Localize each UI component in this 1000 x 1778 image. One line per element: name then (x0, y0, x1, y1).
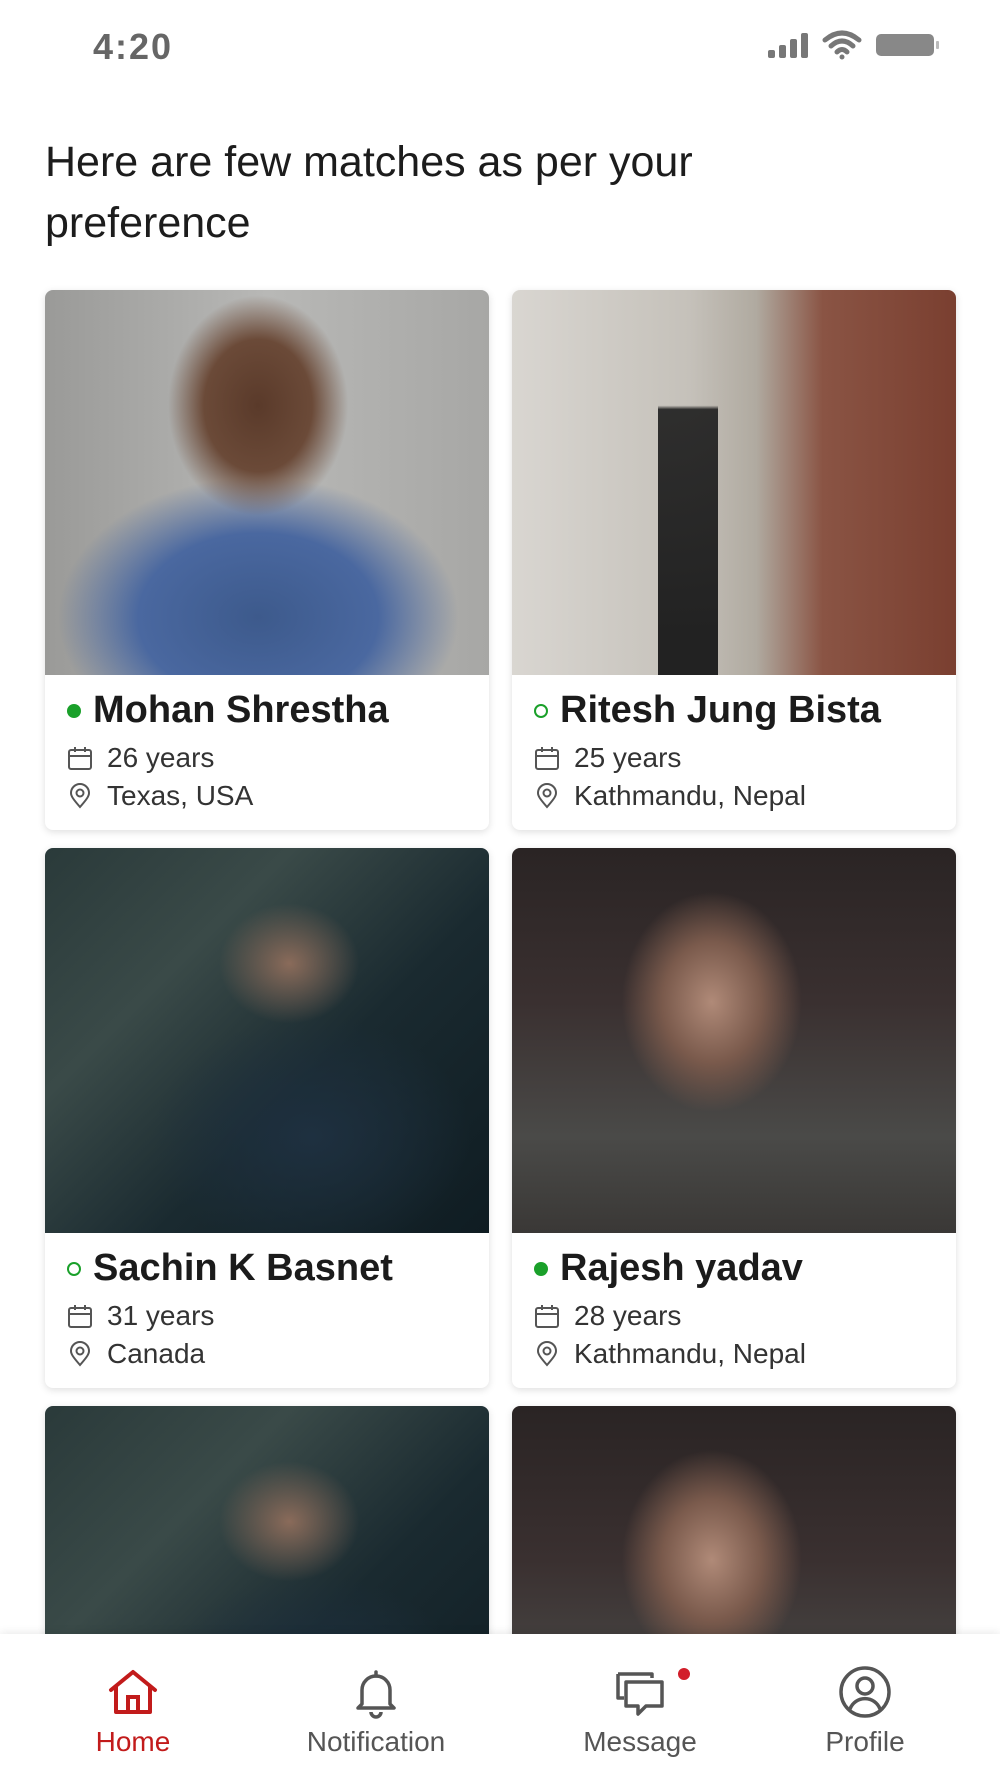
nav-home-label: Home (95, 1726, 171, 1757)
nav-home[interactable]: Home (33, 1664, 233, 1758)
match-card[interactable]: Ritesh Jung Bista 25 years Kathmandu, Ne… (512, 290, 956, 830)
nav-profile-label: Profile (825, 1726, 905, 1757)
nav-notification-label: Notification (306, 1726, 446, 1757)
match-card[interactable]: Mohan Shrestha 26 years Texas, USA (45, 290, 489, 830)
cellular-signal-icon (768, 32, 808, 58)
calendar-icon (535, 747, 559, 770)
nav-notification[interactable]: Notification (276, 1664, 476, 1758)
app-screen: 4:20 Here are few matches as per your pr… (0, 0, 1000, 1778)
match-location: Texas, USA (107, 780, 254, 811)
bell-icon (356, 1670, 396, 1719)
location-pin-icon (69, 1341, 91, 1367)
match-age: 31 years (107, 1300, 215, 1331)
match-age: 25 years (574, 742, 682, 773)
offline-status-dot (534, 703, 548, 718)
message-icon (616, 1672, 664, 1716)
calendar-icon (68, 1305, 92, 1328)
user-circle-icon (839, 1666, 891, 1718)
match-card[interactable]: Sachin K Basnet 31 years Canada (45, 848, 489, 1388)
location-pin-icon (536, 783, 558, 809)
nav-message-label: Message (583, 1726, 697, 1757)
match-age: 26 years (107, 742, 215, 773)
nav-profile[interactable]: Profile (765, 1664, 965, 1758)
profile-photo[interactable] (512, 848, 956, 1233)
bottom-navigation: Home Notification Message Profile (0, 1634, 1000, 1778)
match-name: Rajesh yadav (560, 1247, 803, 1289)
match-location: Kathmandu, Nepal (574, 1338, 806, 1369)
calendar-icon (535, 1305, 559, 1328)
card-details: Mohan Shrestha 26 years Texas, USA (45, 675, 489, 830)
nav-message[interactable]: Message (540, 1664, 740, 1758)
match-location: Canada (107, 1338, 206, 1369)
calendar-icon (68, 747, 92, 770)
match-name: Sachin K Basnet (93, 1247, 393, 1289)
profile-photo[interactable] (45, 848, 489, 1233)
unread-badge (676, 1666, 692, 1682)
online-status-dot (67, 703, 81, 718)
wifi-icon (822, 30, 862, 60)
match-name: Mohan Shrestha (93, 689, 389, 731)
match-card[interactable]: Rajesh yadav 28 years Kathmandu, Nepal (512, 848, 956, 1388)
location-pin-icon (536, 1341, 558, 1367)
card-details: Ritesh Jung Bista 25 years Kathmandu, Ne… (512, 675, 956, 830)
status-icons (768, 30, 939, 60)
status-time: 4:20 (93, 26, 174, 67)
page-title: Here are few matches as per your prefere… (45, 138, 693, 247)
location-pin-icon (69, 783, 91, 809)
card-details: Rajesh yadav 28 years Kathmandu, Nepal (512, 1233, 956, 1388)
match-location: Kathmandu, Nepal (574, 780, 806, 811)
profile-photo[interactable] (45, 290, 489, 675)
home-icon (109, 1670, 157, 1714)
card-details: Sachin K Basnet 31 years Canada (45, 1233, 489, 1388)
status-bar: 4:20 (0, 0, 1000, 90)
match-name: Ritesh Jung Bista (560, 689, 881, 731)
profile-photo[interactable] (512, 290, 956, 675)
online-status-dot (534, 1261, 548, 1276)
battery-icon (876, 34, 939, 56)
offline-status-dot (67, 1261, 81, 1276)
match-age: 28 years (574, 1300, 682, 1331)
